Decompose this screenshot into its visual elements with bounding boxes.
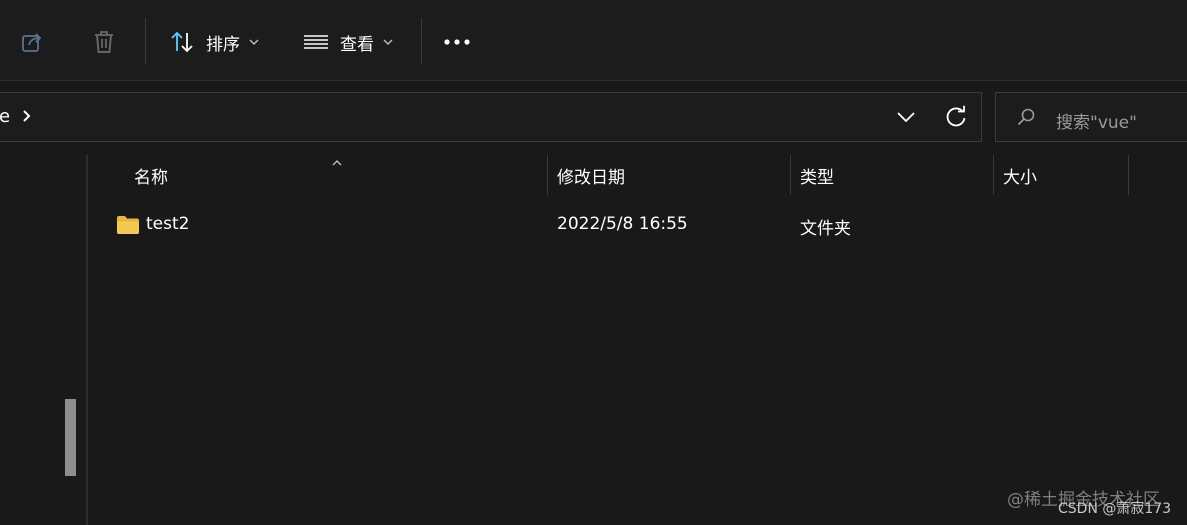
file-type: 文件夹 [800, 219, 851, 239]
column-header-date[interactable]: 修改日期 [557, 155, 625, 195]
breadcrumb-chevron-icon[interactable] [21, 108, 33, 128]
address-history-chevron-icon[interactable] [895, 107, 917, 131]
search-box[interactable]: 搜索"vue" [995, 92, 1187, 142]
view-list-icon [302, 28, 330, 56]
share-icon [18, 28, 46, 56]
sort-label: 排序 [206, 34, 240, 55]
chevron-down-icon [382, 38, 394, 46]
sort-arrows-icon [168, 28, 196, 56]
trash-icon [90, 28, 118, 56]
share-button[interactable] [18, 20, 46, 64]
address-bar[interactable]: e [0, 92, 982, 142]
search-placeholder: 搜索"vue" [1056, 113, 1137, 133]
delete-button[interactable] [90, 20, 118, 64]
folder-icon [116, 215, 140, 239]
more-options-button[interactable] [442, 20, 472, 64]
breadcrumb-segment[interactable]: e [0, 106, 10, 127]
column-divider[interactable] [1128, 155, 1129, 195]
navigation-pane-divider[interactable] [86, 155, 88, 525]
file-modified-date: 2022/5/8 16:55 [557, 214, 688, 234]
column-header-type[interactable]: 类型 [800, 155, 834, 195]
column-divider[interactable] [790, 155, 791, 195]
search-icon [1016, 107, 1036, 131]
refresh-icon[interactable] [943, 104, 969, 134]
watermark-csdn: CSDN @萧寂173 [1058, 501, 1172, 517]
toolbar-separator [145, 18, 146, 64]
file-row[interactable]: test2 2022/5/8 16:55 文件夹 [100, 205, 1140, 245]
column-divider[interactable] [993, 155, 994, 195]
view-button[interactable]: 查看 [302, 20, 394, 64]
column-header-size[interactable]: 大小 [1003, 155, 1037, 195]
view-label: 查看 [340, 34, 374, 55]
sort-ascending-icon [331, 152, 343, 171]
more-icon [442, 28, 472, 56]
chevron-down-icon [248, 38, 260, 46]
command-bar: 排序 查看 [0, 0, 1187, 81]
column-divider[interactable] [547, 155, 548, 195]
column-header-name[interactable]: 名称 [134, 155, 168, 195]
toolbar-separator [421, 18, 422, 64]
sort-button[interactable]: 排序 [168, 20, 260, 64]
file-name: test2 [146, 214, 190, 234]
navigation-scrollbar-thumb[interactable] [65, 399, 76, 476]
